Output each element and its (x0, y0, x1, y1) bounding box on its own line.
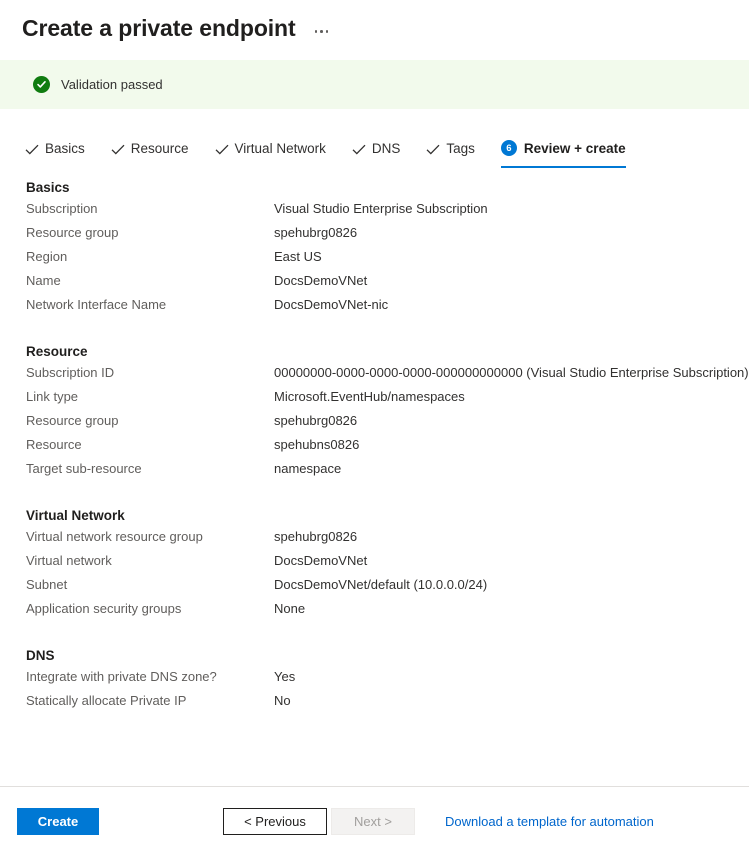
row-value: No (274, 693, 291, 708)
summary-row: Link type Microsoft.EventHub/namespaces (0, 389, 749, 413)
tab-label: Virtual Network (235, 141, 326, 156)
ellipsis-dot (315, 30, 318, 33)
summary-row: Virtual network resource group spehubrg0… (0, 529, 749, 553)
summary-row: Integrate with private DNS zone? Yes (0, 669, 749, 693)
row-label: Resource group (26, 225, 274, 240)
summary-row: Resource spehubns0826 (0, 437, 749, 461)
tab-tags[interactable]: Tags (426, 131, 475, 165)
tab-resource[interactable]: Resource (111, 131, 189, 165)
more-options-ellipsis-icon[interactable] (312, 26, 332, 37)
row-value: Visual Studio Enterprise Subscription (274, 201, 488, 216)
tab-label: Tags (446, 141, 475, 156)
row-label: Virtual network resource group (26, 529, 274, 544)
checkmark-icon (25, 143, 39, 154)
tab-basics[interactable]: Basics (25, 131, 85, 165)
summary-row: Resource group spehubrg0826 (0, 413, 749, 437)
tab-label: Basics (45, 141, 85, 156)
row-label: Network Interface Name (26, 297, 274, 312)
section-heading: Basics (0, 180, 749, 201)
tab-label: Review + create (524, 141, 626, 156)
summary-row: Subnet DocsDemoVNet/default (10.0.0.0/24… (0, 577, 749, 601)
row-value: spehubns0826 (274, 437, 359, 452)
previous-button[interactable]: < Previous (223, 808, 327, 835)
row-label: Resource (26, 437, 274, 452)
row-value: None (274, 601, 305, 616)
step-number-badge: 6 (501, 140, 517, 156)
checkmark-icon (215, 143, 229, 154)
footer-action-bar: Create < Previous Next > Download a temp… (0, 787, 749, 856)
row-label: Application security groups (26, 601, 274, 616)
tab-virtual-network[interactable]: Virtual Network (215, 131, 326, 165)
checkmark-icon (111, 143, 125, 154)
row-value: DocsDemoVNet/default (10.0.0.0/24) (274, 577, 487, 592)
row-value: DocsDemoVNet-nic (274, 297, 388, 312)
row-label: Subnet (26, 577, 274, 592)
summary-row: Resource group spehubrg0826 (0, 225, 749, 249)
summary-row: Statically allocate Private IP No (0, 693, 749, 717)
row-label: Target sub-resource (26, 461, 274, 476)
row-value: Yes (274, 669, 295, 684)
active-tab-underline (501, 166, 626, 169)
row-value: namespace (274, 461, 341, 476)
checkmark-icon (426, 143, 440, 154)
checkmark-icon (352, 143, 366, 154)
download-template-link[interactable]: Download a template for automation (445, 814, 654, 829)
page-header: Create a private endpoint (0, 0, 749, 48)
summary-row: Application security groups None (0, 601, 749, 625)
row-label: Integrate with private DNS zone? (26, 669, 274, 684)
summary-row: Subscription Visual Studio Enterprise Su… (0, 201, 749, 225)
row-label: Link type (26, 389, 274, 404)
tab-label: Resource (131, 141, 189, 156)
create-button[interactable]: Create (17, 808, 99, 835)
summary-row: Target sub-resource namespace (0, 461, 749, 485)
row-label: Subscription (26, 201, 274, 216)
section-virtual-network: Virtual Network Virtual network resource… (0, 508, 749, 625)
section-dns: DNS Integrate with private DNS zone? Yes… (0, 648, 749, 717)
row-value: spehubrg0826 (274, 413, 357, 428)
ellipsis-dot (326, 30, 329, 33)
tab-dns[interactable]: DNS (352, 131, 401, 165)
row-value: East US (274, 249, 322, 264)
review-summary: Basics Subscription Visual Studio Enterp… (0, 180, 749, 784)
row-label: Region (26, 249, 274, 264)
summary-row: Virtual network DocsDemoVNet (0, 553, 749, 577)
section-heading: Virtual Network (0, 508, 749, 529)
row-label: Statically allocate Private IP (26, 693, 274, 708)
summary-row: Name DocsDemoVNet (0, 273, 749, 297)
summary-row: Region East US (0, 249, 749, 273)
validation-message: Validation passed (61, 77, 163, 92)
section-heading: Resource (0, 344, 749, 365)
row-value: spehubrg0826 (274, 529, 357, 544)
next-button: Next > (331, 808, 415, 835)
row-value: spehubrg0826 (274, 225, 357, 240)
summary-row: Network Interface Name DocsDemoVNet-nic (0, 297, 749, 321)
row-value: Microsoft.EventHub/namespaces (274, 389, 465, 404)
row-value: 00000000-0000-0000-0000-000000000000 (Vi… (274, 365, 749, 380)
check-circle-icon (33, 76, 50, 93)
ellipsis-dot (320, 30, 323, 33)
section-resource: Resource Subscription ID 00000000-0000-0… (0, 344, 749, 485)
row-label: Virtual network (26, 553, 274, 568)
row-label: Resource group (26, 413, 274, 428)
wizard-tabs: Basics Resource Virtual Network DNS (0, 131, 749, 167)
tab-label: DNS (372, 141, 401, 156)
section-heading: DNS (0, 648, 749, 669)
row-label: Name (26, 273, 274, 288)
tab-review-create[interactable]: 6 Review + create (501, 131, 626, 165)
row-value: DocsDemoVNet (274, 553, 367, 568)
validation-banner: Validation passed (0, 60, 749, 109)
section-basics: Basics Subscription Visual Studio Enterp… (0, 180, 749, 321)
page-title: Create a private endpoint (22, 15, 296, 43)
row-value: DocsDemoVNet (274, 273, 367, 288)
summary-row: Subscription ID 00000000-0000-0000-0000-… (0, 365, 749, 389)
row-label: Subscription ID (26, 365, 274, 380)
